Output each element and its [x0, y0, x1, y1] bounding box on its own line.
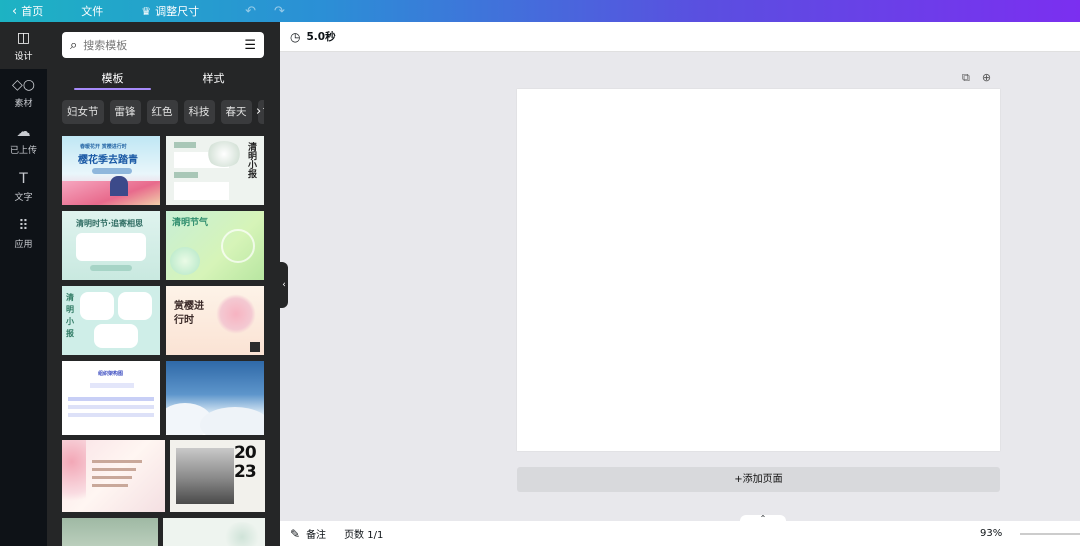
page-count[interactable]: 页数 1/1	[344, 526, 383, 541]
rail-label: 素材	[14, 98, 33, 109]
template-title: 组织架构图	[98, 371, 124, 377]
template-thumbnail[interactable]: 清明小报	[166, 136, 264, 205]
home-label: 首页	[21, 5, 44, 18]
template-thumbnail[interactable]	[163, 518, 265, 546]
template-thumbnail[interactable]: 清明时节·追寄相思	[62, 211, 160, 280]
chip-category[interactable]: 红色	[146, 100, 178, 124]
undo-icon[interactable]: ↶	[245, 4, 256, 19]
template-thumbnail[interactable]	[166, 361, 264, 435]
rail-item-elements[interactable]: ◇○ 素材	[0, 69, 47, 116]
zoom-level[interactable]: 93%	[980, 528, 1002, 539]
notes-icon: ✎	[290, 526, 301, 541]
rail-item-apps[interactable]: ⠿ 应用	[0, 210, 47, 257]
resize-button[interactable]: ♛ 调整尺寸	[141, 3, 199, 19]
tab-templates[interactable]: 模板	[62, 66, 163, 90]
template-thumbnail[interactable]: 赏樱进行时	[166, 286, 264, 355]
notes-button[interactable]: ✎ 备注	[290, 526, 327, 542]
filter-icon[interactable]: ☰	[244, 38, 256, 53]
rail-item-text[interactable]: T 文字	[0, 163, 47, 210]
rail-label: 应用	[14, 239, 33, 250]
chevron-right-icon[interactable]: ›	[256, 104, 261, 119]
chip-category[interactable]: 妇女节	[62, 100, 104, 124]
template-title: 清明小报	[246, 142, 256, 178]
tab-styles[interactable]: 样式	[163, 66, 264, 90]
zoom-slider[interactable]	[1020, 533, 1080, 535]
panel-collapse-handle[interactable]: ‹	[280, 262, 288, 308]
template-title: 清明小报	[66, 293, 74, 338]
top-bar: ‹ 首页 文件 ♛ 调整尺寸 ↶ ↷	[0, 0, 1080, 22]
file-menu-button[interactable]: 文件	[81, 3, 103, 19]
chip-category[interactable]: 春天	[220, 100, 252, 124]
rail-label: 文字	[14, 192, 33, 203]
add-page-icon[interactable]: ⊕	[982, 71, 991, 85]
chevron-left-icon: ‹	[282, 280, 286, 290]
redo-icon[interactable]: ↷	[274, 4, 285, 19]
search-icon: ⌕	[70, 37, 78, 53]
template-thumbnail[interactable]: 清明小报	[62, 286, 160, 355]
rail-item-design[interactable]: ◫ 设计	[0, 22, 47, 69]
template-thumbnail[interactable]	[62, 518, 158, 546]
apps-icon: ⠿	[18, 217, 29, 234]
elements-icon: ◇○	[12, 76, 35, 93]
resize-label: 调整尺寸	[155, 5, 200, 18]
template-subtitle: 春暖花开 赏樱进行时	[80, 144, 127, 150]
layout-icon: ◫	[16, 29, 31, 46]
search-box[interactable]: ⌕ 搜索模板 ☰	[62, 32, 264, 58]
back-chevron-icon[interactable]: ‹	[12, 4, 17, 19]
template-thumbnail[interactable]: 组织架构图	[62, 361, 160, 435]
template-thumbnail[interactable]: 春暖花开 赏樱进行时 樱花季去踏青	[62, 136, 160, 205]
template-thumbnail[interactable]: 2023	[170, 440, 265, 512]
search-input[interactable]: 搜索模板	[83, 37, 244, 53]
crown-icon: ♛	[141, 4, 152, 18]
duration-label[interactable]: 5.0秒	[306, 29, 335, 44]
file-label: 文件	[81, 5, 104, 18]
rail-item-uploads[interactable]: ☁ 已上传	[0, 116, 47, 163]
clock-icon[interactable]: ◷	[290, 30, 300, 44]
bottom-bar: ✎ 备注 页数 1/1 93%	[280, 521, 1080, 546]
template-title: 清明节气	[172, 218, 209, 228]
canvas-page[interactable]	[517, 89, 1000, 451]
panel-tabs: 模板 样式	[62, 66, 264, 90]
editor-header: ◷ 5.0秒	[280, 22, 1080, 52]
template-thumbnail[interactable]: 清明节气	[166, 211, 264, 280]
chip-category[interactable]: 科技	[183, 100, 215, 124]
template-title: 赏樱进行时	[174, 301, 204, 326]
add-page-button[interactable]: +添加页面	[517, 467, 1000, 492]
rail-label: 已上传	[9, 145, 37, 156]
text-icon: T	[19, 170, 28, 187]
duplicate-page-icon[interactable]: ⧉	[962, 71, 970, 85]
template-panel: ⌕ 搜索模板 ☰ 模板 样式 妇女节 雷锋 红色 科技 春天 古风 › 春暖花开…	[47, 22, 280, 546]
template-title: 清明时节·追寄相思	[76, 219, 144, 228]
chip-category[interactable]: 雷锋	[109, 100, 141, 124]
template-title: 樱花季去踏青	[78, 155, 138, 166]
left-rail: ◫ 设计 ◇○ 素材 ☁ 已上传 T 文字 ⠿ 应用	[0, 22, 47, 546]
template-title: 2023	[234, 443, 257, 482]
page-tools: ⧉ ⊕	[962, 71, 991, 85]
home-button[interactable]: 首页	[21, 3, 43, 19]
rail-label: 设计	[14, 51, 33, 62]
template-thumbnail[interactable]	[62, 440, 165, 512]
notes-label: 备注	[306, 530, 327, 541]
upload-icon: ☁	[16, 123, 31, 140]
category-chips: 妇女节 雷锋 红色 科技 春天 古风	[62, 100, 264, 124]
